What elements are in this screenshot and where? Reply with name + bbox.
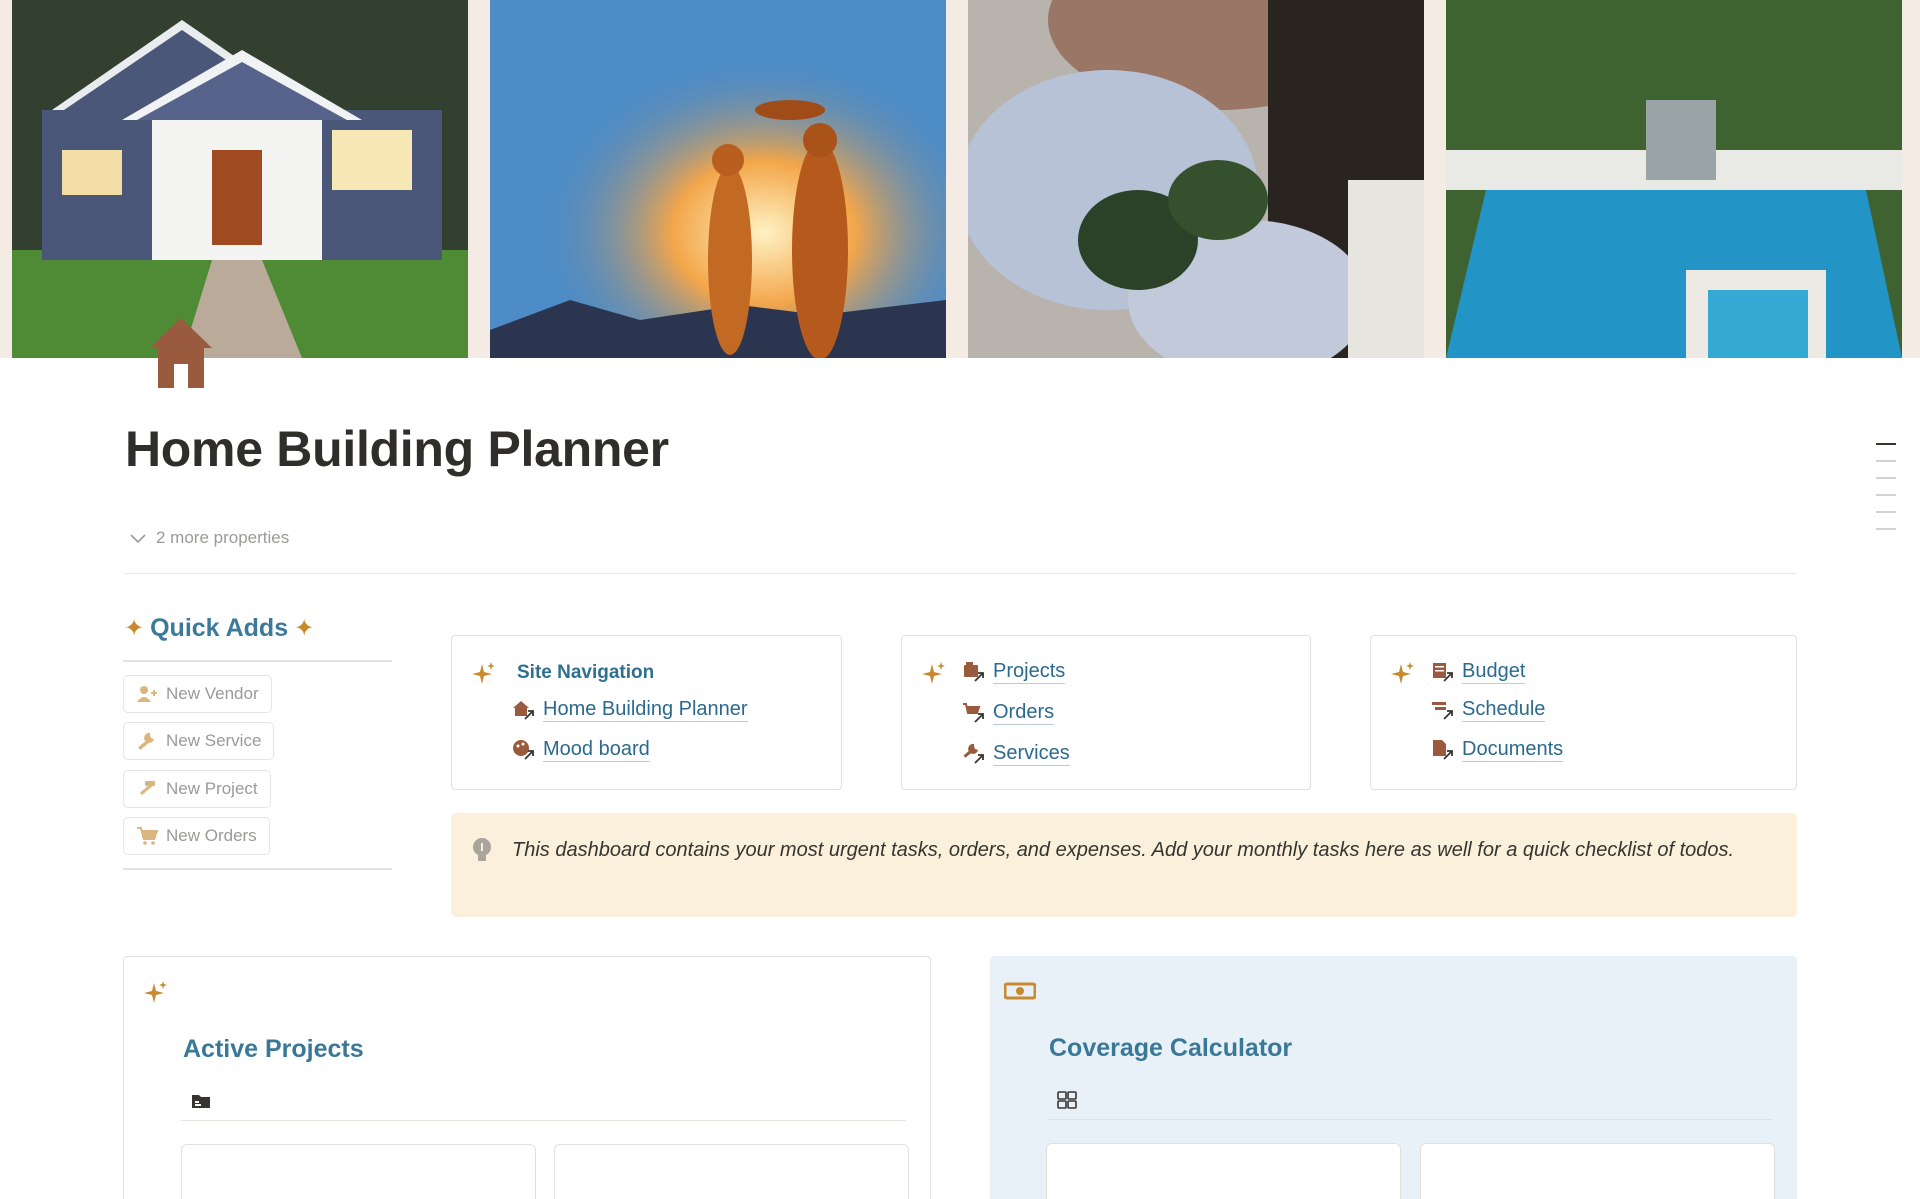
nav-link-projects[interactable]: Projects [962, 660, 1066, 684]
nav-link-label: Schedule [1462, 698, 1546, 722]
nav-link-mood-board[interactable]: Mood board [512, 738, 650, 762]
cart-icon [137, 827, 158, 845]
house-exterior-image [12, 0, 468, 358]
folder-icon[interactable] [190, 1090, 212, 1112]
divider [123, 868, 392, 870]
new-vendor-button[interactable]: New Vendor [123, 675, 272, 713]
dashboard-callout: This dashboard contains your most urgent… [451, 813, 1797, 917]
new-vendor-label: New Vendor [166, 684, 259, 703]
nav-link-label: Mood board [543, 738, 650, 762]
active-projects-title: Active Projects [183, 1035, 364, 1063]
database-view-tabs[interactable] [181, 1081, 906, 1121]
chevron-down-icon [130, 534, 146, 544]
nav-link-label: Budget [1462, 660, 1526, 684]
toc-line[interactable] [1876, 443, 1896, 445]
more-properties-toggle[interactable]: 2 more properties [128, 528, 289, 548]
divider [125, 573, 1797, 574]
palette-link-icon [513, 740, 534, 760]
nav-link-schedule[interactable]: Schedule [1431, 698, 1546, 722]
coverage-calculator-section: Coverage Calculator [990, 956, 1797, 1199]
hammer-icon [139, 781, 155, 796]
nav-link-label: Orders [993, 701, 1055, 725]
nav-link-budget[interactable]: Budget [1431, 660, 1526, 684]
sparkles-icon [922, 662, 945, 684]
nav-link-orders[interactable]: Orders [962, 701, 1055, 725]
toc-line[interactable] [1876, 511, 1896, 513]
new-orders-button[interactable]: New Orders [123, 817, 270, 855]
more-properties-label: 2 more properties [156, 528, 290, 547]
add-person-icon [137, 686, 157, 702]
money-icon [1004, 982, 1036, 1000]
nav-link-home-building-planner[interactable]: Home Building Planner [512, 698, 748, 722]
sparkle-star-icon: ✦ [124, 615, 145, 642]
gallery-card[interactable] [1420, 1143, 1775, 1199]
house-link-icon [513, 701, 534, 720]
new-orders-label: New Orders [166, 826, 257, 845]
site-navigation-heading: Site Navigation [517, 662, 655, 683]
new-service-label: New Service [166, 731, 262, 750]
new-project-button[interactable]: New Project [123, 770, 271, 808]
database-view-tabs[interactable] [1047, 1080, 1772, 1120]
callout-text: This dashboard contains your most urgent… [512, 839, 1735, 861]
sparkles-icon [472, 662, 495, 684]
nav-link-label: Services [993, 742, 1070, 766]
toc-line[interactable] [1876, 494, 1896, 496]
cart-link-icon [963, 703, 984, 723]
divider [123, 660, 392, 662]
gallery-card[interactable] [1046, 1143, 1401, 1199]
nav-link-label: Projects [993, 660, 1066, 684]
budget-link-icon [1433, 663, 1453, 682]
page-title: Home Building Planner [125, 421, 669, 477]
projects-navigation-card: Projects Orders Services [901, 635, 1311, 790]
lightbulb-icon [473, 838, 491, 861]
table-of-contents-indicator[interactable] [1876, 443, 1898, 545]
toc-line[interactable] [1876, 477, 1896, 479]
gallery-card[interactable] [554, 1144, 909, 1199]
quick-adds-heading: ✦ Quick Adds ✦ [124, 614, 314, 643]
nav-link-services[interactable]: Services [962, 742, 1070, 766]
sparkles-icon [144, 981, 167, 1003]
gallery-icon[interactable] [1056, 1089, 1078, 1111]
nav-link-documents[interactable]: Documents [1431, 738, 1564, 762]
projects-link-icon [964, 662, 984, 682]
document-link-icon [1433, 740, 1453, 760]
new-service-button[interactable]: New Service [123, 722, 275, 760]
sparkle-star-icon: ✦ [294, 615, 315, 642]
woman-hydrangeas-image [968, 0, 1424, 358]
sparkles-icon [1391, 662, 1414, 684]
site-navigation-card: Site Navigation Home Building Planner Mo… [451, 635, 842, 790]
toc-line[interactable] [1876, 528, 1896, 530]
family-silhouette-image [490, 0, 946, 358]
active-projects-section: Active Projects [123, 956, 931, 1199]
cover-image[interactable] [0, 0, 1920, 358]
quick-adds-title: Quick Adds [150, 614, 289, 642]
coverage-calculator-title: Coverage Calculator [1049, 1034, 1293, 1062]
wrench-link-icon [963, 743, 984, 764]
planning-navigation-card: Budget Schedule Documents [1370, 635, 1797, 790]
nav-link-label: Documents [1462, 738, 1564, 762]
gallery-card[interactable] [181, 1144, 536, 1199]
wrench-icon [138, 732, 154, 751]
nav-link-label: Home Building Planner [543, 698, 748, 722]
schedule-link-icon [1432, 702, 1453, 720]
house-icon[interactable] [148, 316, 214, 390]
backyard-pool-image [1446, 0, 1902, 358]
toc-line[interactable] [1876, 460, 1896, 462]
new-project-label: New Project [166, 779, 258, 798]
